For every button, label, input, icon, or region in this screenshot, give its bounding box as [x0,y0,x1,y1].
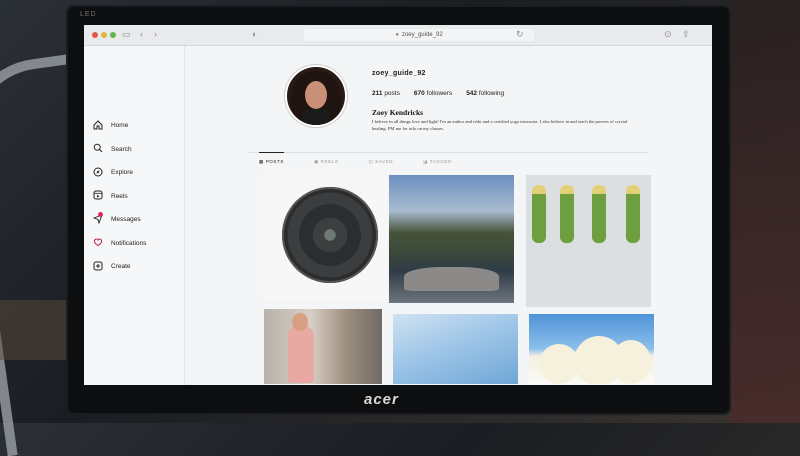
profile-tabs: ▦ POSTS ▣ REELS ◫ SAVED ◪ TAGGED [249,152,649,171]
sidebar-item-label: Messages [111,216,141,224]
avatar-shirt [301,109,331,125]
profile-stats: 211 posts 670 followers 542 following [372,90,504,97]
browser-window: ▭ ‹ › ◐ ● zoey_guide_92 ↻ ⊙ ⇪ Home Searc… [84,25,712,385]
home-icon [92,120,104,132]
post-thumbnail-lake[interactable] [389,175,514,303]
sidebar-item-notifications[interactable]: Notifications [84,232,184,256]
shield-icon[interactable]: ◐ [252,29,257,39]
tab-tagged[interactable]: ◪ TAGGED [423,153,452,171]
tab-label: SAVED [375,159,394,164]
back-icon[interactable]: ‹ [140,29,143,39]
sidebar-item-messages[interactable]: Messages [84,208,184,232]
lock-icon: ● [395,32,399,38]
sidebar-item-label: Explore [111,169,134,177]
herb-bundle-image [626,185,640,243]
sidebar-item-create[interactable]: Create [84,255,184,279]
background-wall [730,0,800,423]
yoga-person-head [292,313,308,331]
followers-count-value: 670 [413,90,425,97]
notification-badge [98,211,103,217]
sidebar-item-label: Notifications [111,239,147,247]
crystal-image [539,344,579,384]
posts-count[interactable]: 211 posts [372,90,400,97]
sidebar-item-explore[interactable]: Explore [84,161,184,185]
search-icon [92,143,104,155]
sidebar-item-reels[interactable]: Reels [84,185,184,209]
sidebar-item-label: Search [111,145,132,153]
tab-reels[interactable]: ▣ REELS [314,153,338,171]
yoga-person-image [288,325,314,383]
sidebar-item-label: Reels [111,192,128,200]
address-bar-text: zoey_guide_92 [401,32,443,38]
dahlia-petal-ring [282,187,378,283]
post-thumbnail-yoga[interactable] [264,309,382,384]
close-window-button[interactable] [92,32,98,38]
post-thumbnail-crystal[interactable] [393,314,518,384]
reload-icon[interactable]: ↻ [516,29,524,40]
posts-count-value: 211 [372,90,383,97]
tab-label: TAGGED [429,159,452,164]
monitor-brand-logo: acer [364,391,399,408]
forward-icon[interactable]: › [154,29,157,39]
herb-bundle-image [532,185,546,243]
herb-bundle-image [592,185,606,243]
sidebar-icon[interactable]: ▭ [122,29,131,40]
minimize-window-button[interactable] [101,32,107,38]
post-thumbnail-herbs[interactable] [526,175,651,307]
heart-icon [92,237,104,249]
avatar-face [305,81,327,109]
tab-label: POSTS [265,159,284,164]
following-count-label: following [478,90,505,97]
sidebar-item-search[interactable]: Search [84,138,184,162]
messages-icon [92,211,104,226]
address-bar[interactable]: ● zoey_guide_92 [304,29,534,41]
lake-rock-image [404,267,499,291]
sidebar-item-label: Home [111,122,129,130]
tab-posts[interactable]: ▦ POSTS [259,152,284,171]
tab-label: REELS [320,159,339,164]
sidebar-item-home[interactable]: Home [84,114,184,138]
post-thumbnail-flower[interactable] [262,175,387,299]
profile-bio: I believe in all things love and light! … [372,119,628,131]
tab-saved[interactable]: ◫ SAVED [368,153,393,171]
browser-toolbar: ▭ ‹ › ◐ ● zoey_guide_92 ↻ ⊙ ⇪ [84,25,712,46]
followers-count[interactable]: 670 followers [414,90,452,97]
monitor-top-label: LED [80,11,97,18]
zoom-window-button[interactable] [110,32,116,38]
posts-count-label: posts [384,90,400,97]
avatar[interactable] [285,65,347,127]
post-thumbnail-crystals-sky[interactable] [529,314,654,384]
compass-icon [92,167,104,179]
following-count[interactable]: 542 following [466,90,504,97]
followers-count-label: followers [426,90,453,97]
share-icon[interactable]: ⇪ [682,29,690,40]
herb-bundle-image [560,185,574,243]
crystal-image [611,340,651,384]
download-icon[interactable]: ⊙ [664,29,672,40]
sidebar-item-label: Create [111,263,131,271]
sidebar: Home Search Explore Reels Messages Notif… [84,46,185,385]
profile-full-name: Zoey Kendricks [372,108,424,117]
monitor-frame: LED acer ▭ ‹ › ◐ ● zoey_guide_92 ↻ ⊙ ⇪ Ho… [66,5,731,415]
plus-icon [92,261,104,273]
reels-icon [92,190,104,202]
following-count-value: 542 [466,90,478,97]
profile-username: zoey_guide_92 [372,70,426,77]
